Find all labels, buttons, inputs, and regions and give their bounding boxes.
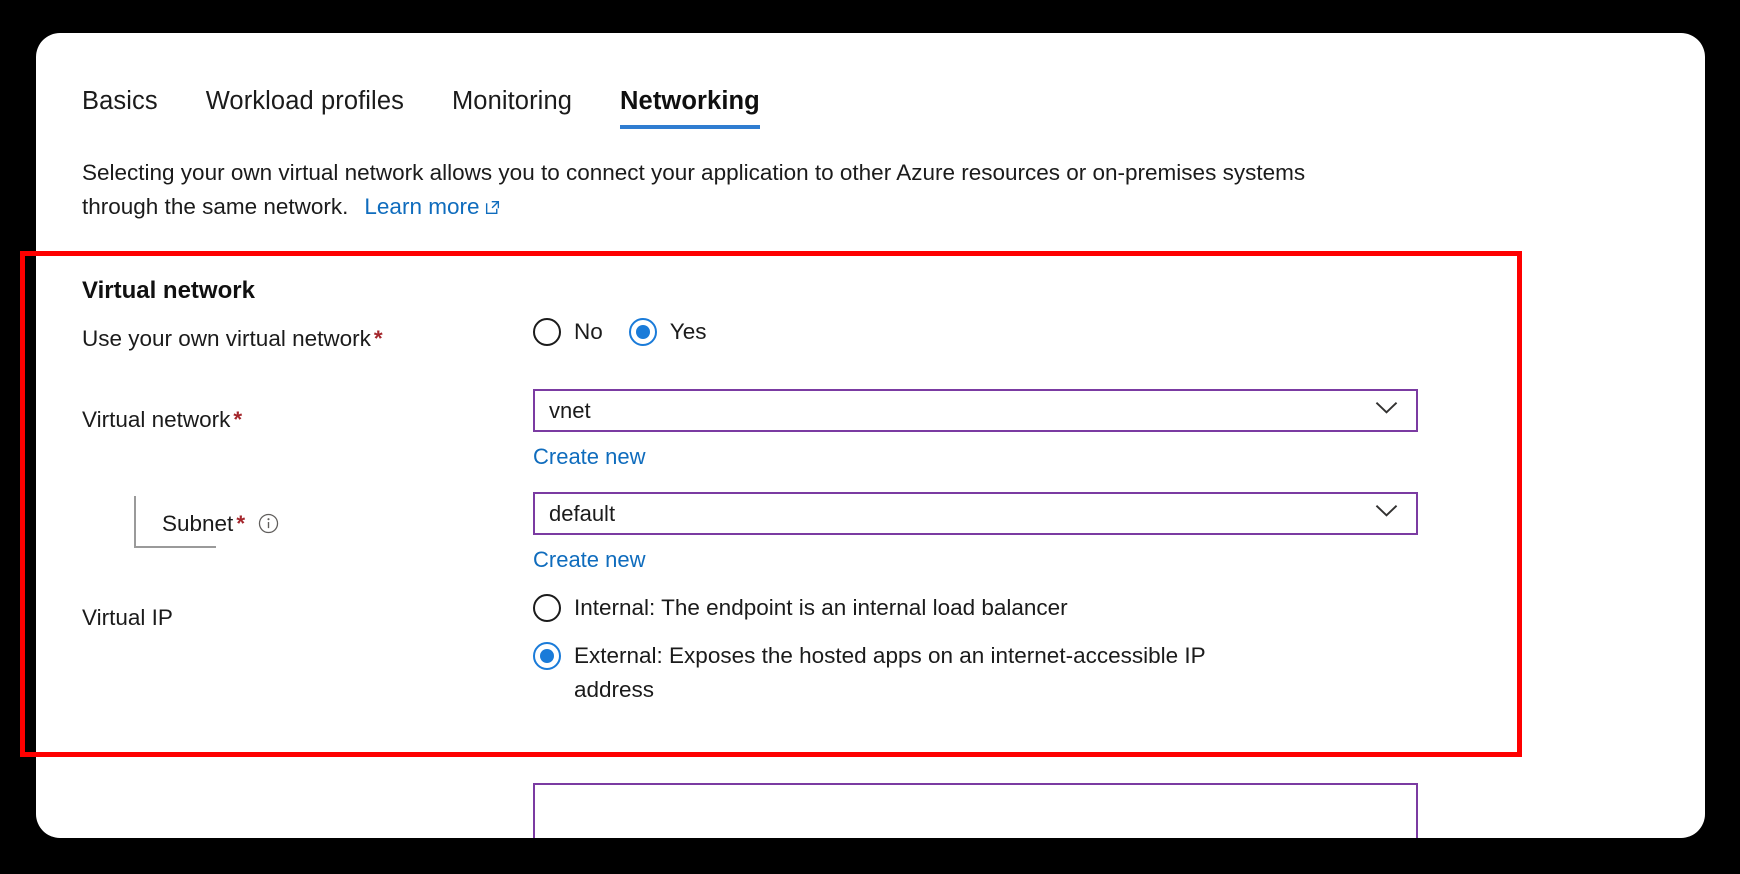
label-use-own-vnet: Use your own virtual network * (82, 325, 383, 352)
next-field-dropdown[interactable] (533, 783, 1418, 838)
chevron-down-icon[interactable] (1375, 401, 1398, 420)
wizard-tabs: Basics Workload profiles Monitoring Netw… (82, 87, 808, 130)
label-use-own-vnet-text: Use your own virtual network (82, 326, 371, 351)
screen-root: Basics Workload profiles Monitoring Netw… (0, 0, 1740, 874)
tab-basics[interactable]: Basics (82, 87, 184, 129)
radio-group-virtual-ip: Internal: The endpoint is an internal lo… (533, 594, 1233, 707)
subnet-value: default (549, 502, 616, 525)
radio-yes-label: Yes (669, 319, 707, 344)
radio-group-use-own-vnet: No Yes (533, 318, 732, 346)
learn-more-link[interactable]: Learn more (364, 194, 501, 219)
virtual-network-dropdown[interactable]: vnet (533, 389, 1418, 432)
required-asterisk: * (373, 326, 383, 351)
required-asterisk: * (236, 511, 246, 536)
radio-option-internal[interactable]: Internal: The endpoint is an internal lo… (533, 594, 1068, 622)
tab-workload-profiles[interactable]: Workload profiles (206, 87, 430, 129)
label-virtual-ip: Virtual IP (82, 605, 173, 630)
intro-description: Selecting your own virtual network allow… (82, 156, 1332, 226)
info-icon[interactable] (258, 513, 279, 540)
radio-no-icon[interactable] (533, 318, 561, 346)
required-asterisk: * (233, 407, 243, 432)
tab-monitoring[interactable]: Monitoring (452, 87, 598, 129)
label-virtual-network: Virtual network * (82, 406, 242, 433)
chevron-down-icon[interactable] (1375, 504, 1398, 523)
tab-networking[interactable]: Networking (620, 87, 786, 130)
label-subnet-text: Subnet (162, 511, 234, 536)
radio-internal-icon[interactable] (533, 594, 561, 622)
create-new-subnet-link[interactable]: Create new (533, 547, 646, 573)
radio-option-external[interactable]: External: Exposes the hosted apps on an … (533, 639, 1219, 707)
radio-external-label: External: Exposes the hosted apps on an … (574, 643, 1206, 702)
radio-yes-icon[interactable] (628, 318, 657, 346)
section-title-virtual-network: Virtual network (82, 277, 255, 304)
label-subnet: Subnet * (162, 510, 279, 540)
label-virtual-network-text: Virtual network (82, 407, 231, 432)
create-new-virtual-network-link[interactable]: Create new (533, 444, 646, 470)
radio-option-yes[interactable]: Yes (628, 318, 707, 346)
subnet-dropdown[interactable]: default (533, 492, 1418, 535)
radio-internal-label: Internal: The endpoint is an internal lo… (574, 595, 1068, 620)
radio-external-icon[interactable] (533, 642, 561, 670)
virtual-network-value: vnet (549, 399, 591, 422)
external-link-icon (484, 192, 501, 226)
radio-no-label: No (574, 319, 603, 344)
wizard-card: Basics Workload profiles Monitoring Netw… (36, 33, 1705, 838)
radio-option-no[interactable]: No (533, 318, 603, 346)
intro-line-1: Selecting your own virtual network allow… (82, 160, 1217, 185)
learn-more-label: Learn more (364, 194, 480, 219)
